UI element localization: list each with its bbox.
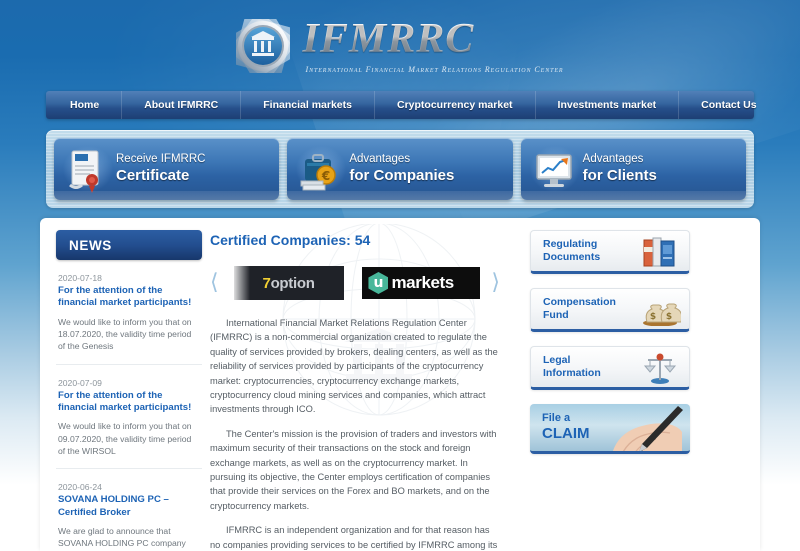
intro-paragraph: International Financial Market Relations… bbox=[210, 318, 498, 415]
logo-subtitle: International Financial Market Relations… bbox=[305, 65, 564, 74]
banner-line2: Certificate bbox=[116, 166, 190, 184]
company-logo-carousel: ⟨ 7 option u markets ⟩ bbox=[210, 266, 500, 300]
banner-advantages-for-clients[interactable]: Advantages for Clients bbox=[520, 138, 746, 200]
logo-7option-part-b: option bbox=[270, 274, 315, 292]
carousel-slide[interactable]: 7 option bbox=[226, 266, 352, 300]
news-date: 2020-07-18 bbox=[58, 273, 102, 283]
main-content: Certified Companies: 54 ⟨ 7 option u mark… bbox=[210, 232, 500, 551]
money-bags-icon: $ $ bbox=[639, 292, 683, 327]
file-a-claim-card[interactable]: File a CLAIM bbox=[530, 404, 690, 454]
news-excerpt: We would like to inform you that on 09.0… bbox=[58, 421, 192, 456]
claim-line1: File a bbox=[542, 411, 571, 424]
justice-scales-icon bbox=[639, 350, 681, 384]
nav-item-cryptocurrency-market[interactable]: Cryptocurrency market bbox=[375, 91, 536, 119]
news-title[interactable]: For the attention of the financial marke… bbox=[58, 390, 200, 415]
independence-paragraph: IFMRRC is an independent organization an… bbox=[210, 525, 498, 550]
logo-umarkets-mark: u bbox=[368, 272, 389, 294]
carousel-next-icon[interactable]: ⟩ bbox=[491, 272, 500, 294]
banner-line1: Advantages bbox=[582, 153, 644, 166]
news-list-item[interactable]: 2020-07-09 For the attention of the fina… bbox=[56, 365, 202, 470]
news-heading: NEWS bbox=[56, 230, 202, 260]
logo-umarkets-word: markets bbox=[391, 273, 454, 292]
news-title[interactable]: For the attention of the financial marke… bbox=[58, 285, 200, 310]
left-sidebar: NEWS 2020-07-18 For the attention of the… bbox=[56, 230, 202, 551]
monitor-growth-chart-icon bbox=[527, 143, 583, 195]
side-card-legal-information[interactable]: Legal Information bbox=[530, 346, 690, 390]
logo-7option-part-a: 7 bbox=[262, 274, 271, 292]
side-card-line2: Information bbox=[543, 367, 601, 379]
side-card-compensation-fund[interactable]: Compensation Fund $ $ bbox=[530, 288, 690, 332]
claim-line2: CLAIM bbox=[542, 425, 590, 443]
certificate-scroll-icon bbox=[60, 143, 116, 195]
banner-line2: for Clients bbox=[582, 166, 657, 184]
news-date: 2020-07-09 bbox=[58, 377, 102, 388]
nav-item-investments-market[interactable]: Investments market bbox=[536, 91, 680, 119]
page-root: IFMRRC International Financial Market Re… bbox=[0, 0, 800, 551]
content-card: NEWS 2020-07-18 For the attention of the… bbox=[40, 218, 760, 551]
company-logo-umarkets[interactable]: u markets bbox=[362, 267, 481, 299]
banner-text: Advantages for Clients bbox=[583, 153, 657, 184]
svg-text:$: $ bbox=[650, 312, 656, 322]
news-title[interactable]: SOVANA HOLDING PC – Certified Broker bbox=[58, 494, 200, 519]
mission-paragraph: The Center's mission is the provision of… bbox=[210, 428, 497, 511]
news-list-item[interactable]: 2020-06-24 SOVANA HOLDING PC – Certified… bbox=[56, 469, 202, 551]
carousel-slide[interactable]: u markets bbox=[359, 266, 485, 300]
side-card-line2: Documents bbox=[543, 251, 601, 263]
binders-folders-icon bbox=[639, 234, 681, 268]
logo-title: IFMRRC bbox=[302, 18, 563, 60]
side-card-label: Legal Information bbox=[531, 354, 639, 380]
side-card-line1: Legal bbox=[543, 353, 571, 366]
side-card-line1: Compensation bbox=[543, 295, 616, 308]
nav-item-home[interactable]: Home bbox=[46, 91, 123, 119]
logo-text-block: IFMRRC International Financial Market Re… bbox=[302, 18, 563, 74]
nav-item-contact-us[interactable]: Contact Us bbox=[679, 91, 778, 119]
banner-line2: for Companies bbox=[349, 166, 455, 184]
briefcase-euro-coin-icon: € bbox=[293, 143, 349, 195]
side-card-line1: Regulating bbox=[543, 237, 598, 250]
right-sidebar: Regulating Documents Compensation Fund $… bbox=[530, 230, 690, 454]
side-card-label: Regulating Documents bbox=[531, 238, 639, 264]
page-title-text: Certified Companies: bbox=[210, 232, 351, 248]
side-card-line2: Fund bbox=[543, 309, 569, 321]
main-navigation: Home About IFMRRC Financial markets Cryp… bbox=[46, 91, 757, 119]
side-card-regulating-documents[interactable]: Regulating Documents bbox=[530, 230, 690, 274]
svg-text:$: $ bbox=[666, 312, 672, 322]
news-excerpt: We would like to inform you that on 18.0… bbox=[58, 316, 192, 352]
banner-text: Advantages for Companies bbox=[349, 153, 454, 184]
site-logo[interactable]: IFMRRC International Financial Market Re… bbox=[230, 12, 563, 80]
bank-columns-emblem-icon bbox=[230, 12, 297, 80]
banner-advantages-for-companies[interactable]: € Advantages for Companies bbox=[287, 138, 513, 200]
banner-receive-certificate[interactable]: Receive IFMRRC Certificate bbox=[54, 138, 280, 200]
banner-line1: Receive IFMRRC bbox=[116, 153, 206, 166]
news-list-item[interactable]: 2020-07-18 For the attention of the fina… bbox=[56, 260, 202, 365]
claim-label: File a CLAIM bbox=[530, 412, 590, 443]
banner-strip: Receive IFMRRC Certificate € Advantages … bbox=[46, 130, 754, 208]
side-card-label: Compensation Fund bbox=[531, 296, 639, 322]
nav-item-about[interactable]: About IFMRRC bbox=[122, 91, 242, 119]
carousel-prev-icon[interactable]: ⟨ bbox=[210, 272, 219, 294]
page-title: Certified Companies: 54 bbox=[210, 232, 500, 248]
hand-with-pen-icon bbox=[592, 404, 690, 451]
site-header: IFMRRC International Financial Market Re… bbox=[0, 0, 800, 88]
certified-companies-count: 54 bbox=[354, 232, 371, 248]
news-excerpt: We are glad to announce that SOVANA HOLD… bbox=[58, 526, 186, 551]
nav-item-financial-markets[interactable]: Financial markets bbox=[241, 91, 375, 119]
news-date: 2020-06-24 bbox=[58, 482, 102, 493]
banner-line1: Advantages bbox=[349, 153, 411, 166]
company-logo-7option[interactable]: 7 option bbox=[233, 266, 344, 300]
banner-text: Receive IFMRRC Certificate bbox=[116, 153, 205, 184]
